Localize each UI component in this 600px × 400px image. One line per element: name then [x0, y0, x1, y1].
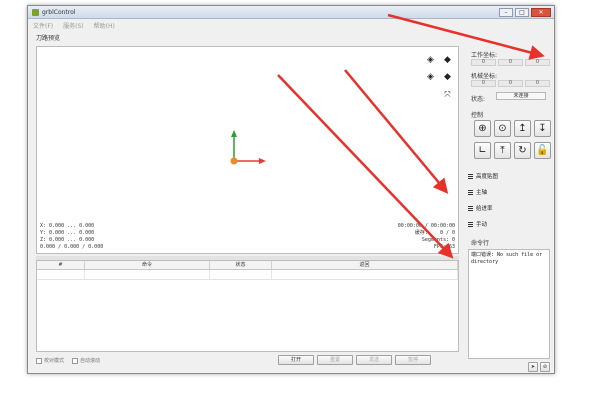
- axis-gizmo: [230, 130, 266, 165]
- section-feed-label: 给进率: [476, 206, 493, 212]
- zero-z-icon[interactable]: ↧: [534, 120, 551, 137]
- check-mode-checkbox[interactable]: 校对模式: [36, 357, 64, 364]
- top-view-icon[interactable]: ◆: [442, 55, 453, 66]
- send-command-icon[interactable]: ➤: [528, 362, 538, 372]
- section-heightmap[interactable]: 高度贴图: [468, 171, 550, 181]
- state-label: 状态:: [471, 96, 486, 103]
- machine-coords-label: 机械坐标:: [471, 73, 498, 80]
- table-header: # 命令 状态 返回: [37, 261, 458, 270]
- col-command[interactable]: 命令: [85, 261, 210, 269]
- stats-readout: 00:00:00 / 00:00:00 缓存: 0 / 0 Segments: …: [397, 223, 455, 250]
- machine-coords-row: 0 0 0: [471, 80, 550, 87]
- autoscroll-checkbox[interactable]: 自动滚动: [72, 357, 100, 364]
- x-axis-arrow: [259, 158, 266, 164]
- pause-button[interactable]: 暂停: [395, 355, 431, 365]
- machine-x-value: 0: [471, 80, 496, 87]
- open-button[interactable]: 打开: [278, 355, 314, 365]
- app-window: grblControl – □ ✕ 文件(F) 服务(S) 帮助(H) 刀路预览…: [27, 5, 555, 374]
- fit-view-icon[interactable]: ⤧: [442, 89, 453, 100]
- section-heightmap-label: 高度贴图: [476, 174, 499, 180]
- iso-view-icon[interactable]: ◈: [425, 55, 436, 66]
- menu-icon: [468, 173, 473, 179]
- restore-origin-icon[interactable]: ∟: [474, 142, 491, 159]
- maximize-button[interactable]: □: [515, 8, 529, 17]
- table-row[interactable]: [37, 270, 458, 280]
- checkbox-box[interactable]: [36, 357, 42, 364]
- y-axis-arrow: [231, 130, 237, 137]
- zoom-in-icon[interactable]: ⊕: [474, 120, 491, 137]
- check-mode-label: 校对模式: [44, 358, 65, 364]
- control-label: 控制: [471, 112, 484, 119]
- program-table[interactable]: # 命令 状态 返回: [36, 260, 459, 352]
- reset-button[interactable]: 重置: [317, 355, 353, 365]
- checkbox-box[interactable]: [72, 357, 78, 364]
- work-coords-label: 工作坐标:: [471, 52, 498, 59]
- toolpath-view[interactable]: ◈ ◆ ◈ ◆ ⤧ X: 0.000 ... 0.000 Y: 0.000 ..…: [36, 46, 459, 254]
- zoom-search-icon[interactable]: ⊙: [494, 120, 511, 137]
- section-spindle-label: 主轴: [476, 190, 488, 196]
- control-panel: 工作坐标: 0 0 0 机械坐标: 0 0 0 状态: 未连接 控制 ⊕ ⊙ ↥…: [466, 30, 552, 372]
- minimize-button[interactable]: –: [499, 8, 513, 17]
- origin-marker: [230, 157, 238, 165]
- menu-help[interactable]: 帮助(H): [94, 21, 115, 30]
- work-x-value: 0: [471, 59, 496, 66]
- view-label: 刀路预览: [36, 35, 61, 42]
- menu-icon: [468, 221, 473, 227]
- menu-icon: [468, 205, 473, 211]
- section-jog[interactable]: 手动: [468, 219, 550, 229]
- work-z-value: 0: [525, 59, 550, 66]
- autoscroll-label: 自动滚动: [80, 358, 101, 364]
- section-jog-label: 手动: [476, 222, 488, 228]
- bottom-bar: 校对模式 自动滚动 打开 重置 发送 暂停: [36, 355, 459, 367]
- menu-icon: [468, 189, 473, 195]
- section-spindle[interactable]: 主轴: [468, 187, 550, 197]
- title-bar[interactable]: grblControl – □ ✕: [28, 6, 554, 19]
- close-button[interactable]: ✕: [531, 8, 551, 17]
- left-view-icon[interactable]: ◆: [442, 72, 453, 83]
- col-index[interactable]: #: [37, 261, 85, 269]
- clear-console-icon[interactable]: ⊘: [540, 362, 550, 372]
- console-output[interactable]: 端口错误: No such file or directory: [468, 249, 550, 359]
- reset-icon[interactable]: ↻: [514, 142, 531, 159]
- section-feed[interactable]: 给进率: [468, 203, 550, 213]
- machine-y-value: 0: [498, 80, 523, 87]
- col-response[interactable]: 返回: [272, 261, 458, 269]
- menu-service[interactable]: 服务(S): [63, 21, 84, 30]
- work-coords-row: 0 0 0: [471, 59, 550, 66]
- send-button[interactable]: 发送: [356, 355, 392, 365]
- work-y-value: 0: [498, 59, 523, 66]
- menu-file[interactable]: 文件(F): [33, 21, 53, 30]
- state-value: 未连接: [496, 92, 546, 100]
- safe-z-icon[interactable]: ⤒: [494, 142, 511, 159]
- col-status[interactable]: 状态: [210, 261, 272, 269]
- unlock-icon[interactable]: 🔓: [534, 142, 551, 159]
- zero-xy-icon[interactable]: ↥: [514, 120, 531, 137]
- machine-z-value: 0: [525, 80, 550, 87]
- console-label: 命令行: [471, 240, 490, 247]
- app-icon: [32, 9, 39, 16]
- menu-bar: 文件(F) 服务(S) 帮助(H): [28, 19, 554, 30]
- window-title: grblControl: [42, 9, 76, 16]
- coord-readout: X: 0.000 ... 0.000 Y: 0.000 ... 0.000 Z:…: [40, 223, 104, 250]
- front-view-icon[interactable]: ◈: [425, 72, 436, 83]
